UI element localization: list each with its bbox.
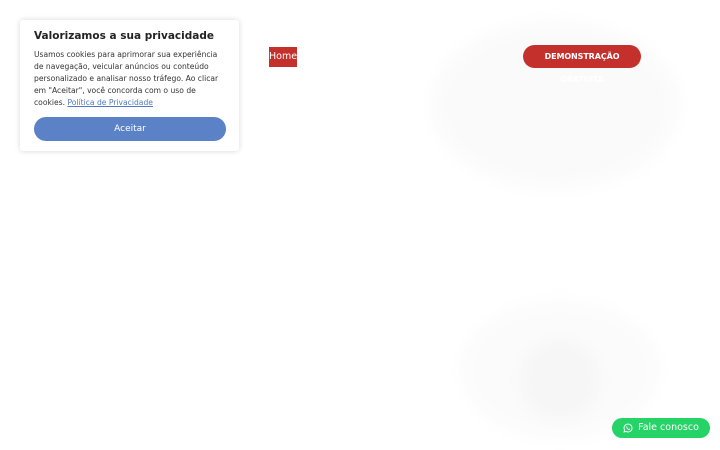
nav-home-link[interactable]: Home	[269, 47, 297, 67]
whatsapp-button-label: Fale conosco	[638, 422, 699, 433]
whatsapp-icon	[623, 423, 633, 433]
cookie-banner-text: Usamos cookies para aprimorar sua experi…	[34, 49, 229, 109]
cookie-banner-title: Valorizamos a sua privacidade	[34, 30, 214, 42]
page: Home DEMONSTRAÇÃO GRATUITA Valorizamos a…	[0, 0, 720, 450]
whatsapp-contact-button[interactable]: Fale conosco	[612, 418, 710, 438]
free-demo-button[interactable]: DEMONSTRAÇÃO GRATUITA	[523, 45, 641, 84]
background-decoration	[520, 340, 600, 420]
accept-cookies-button[interactable]: Aceitar	[34, 117, 226, 141]
privacy-policy-link[interactable]: Política de Privacidade	[67, 98, 153, 107]
cookie-consent-banner: Valorizamos a sua privacidade Usamos coo…	[20, 20, 239, 151]
